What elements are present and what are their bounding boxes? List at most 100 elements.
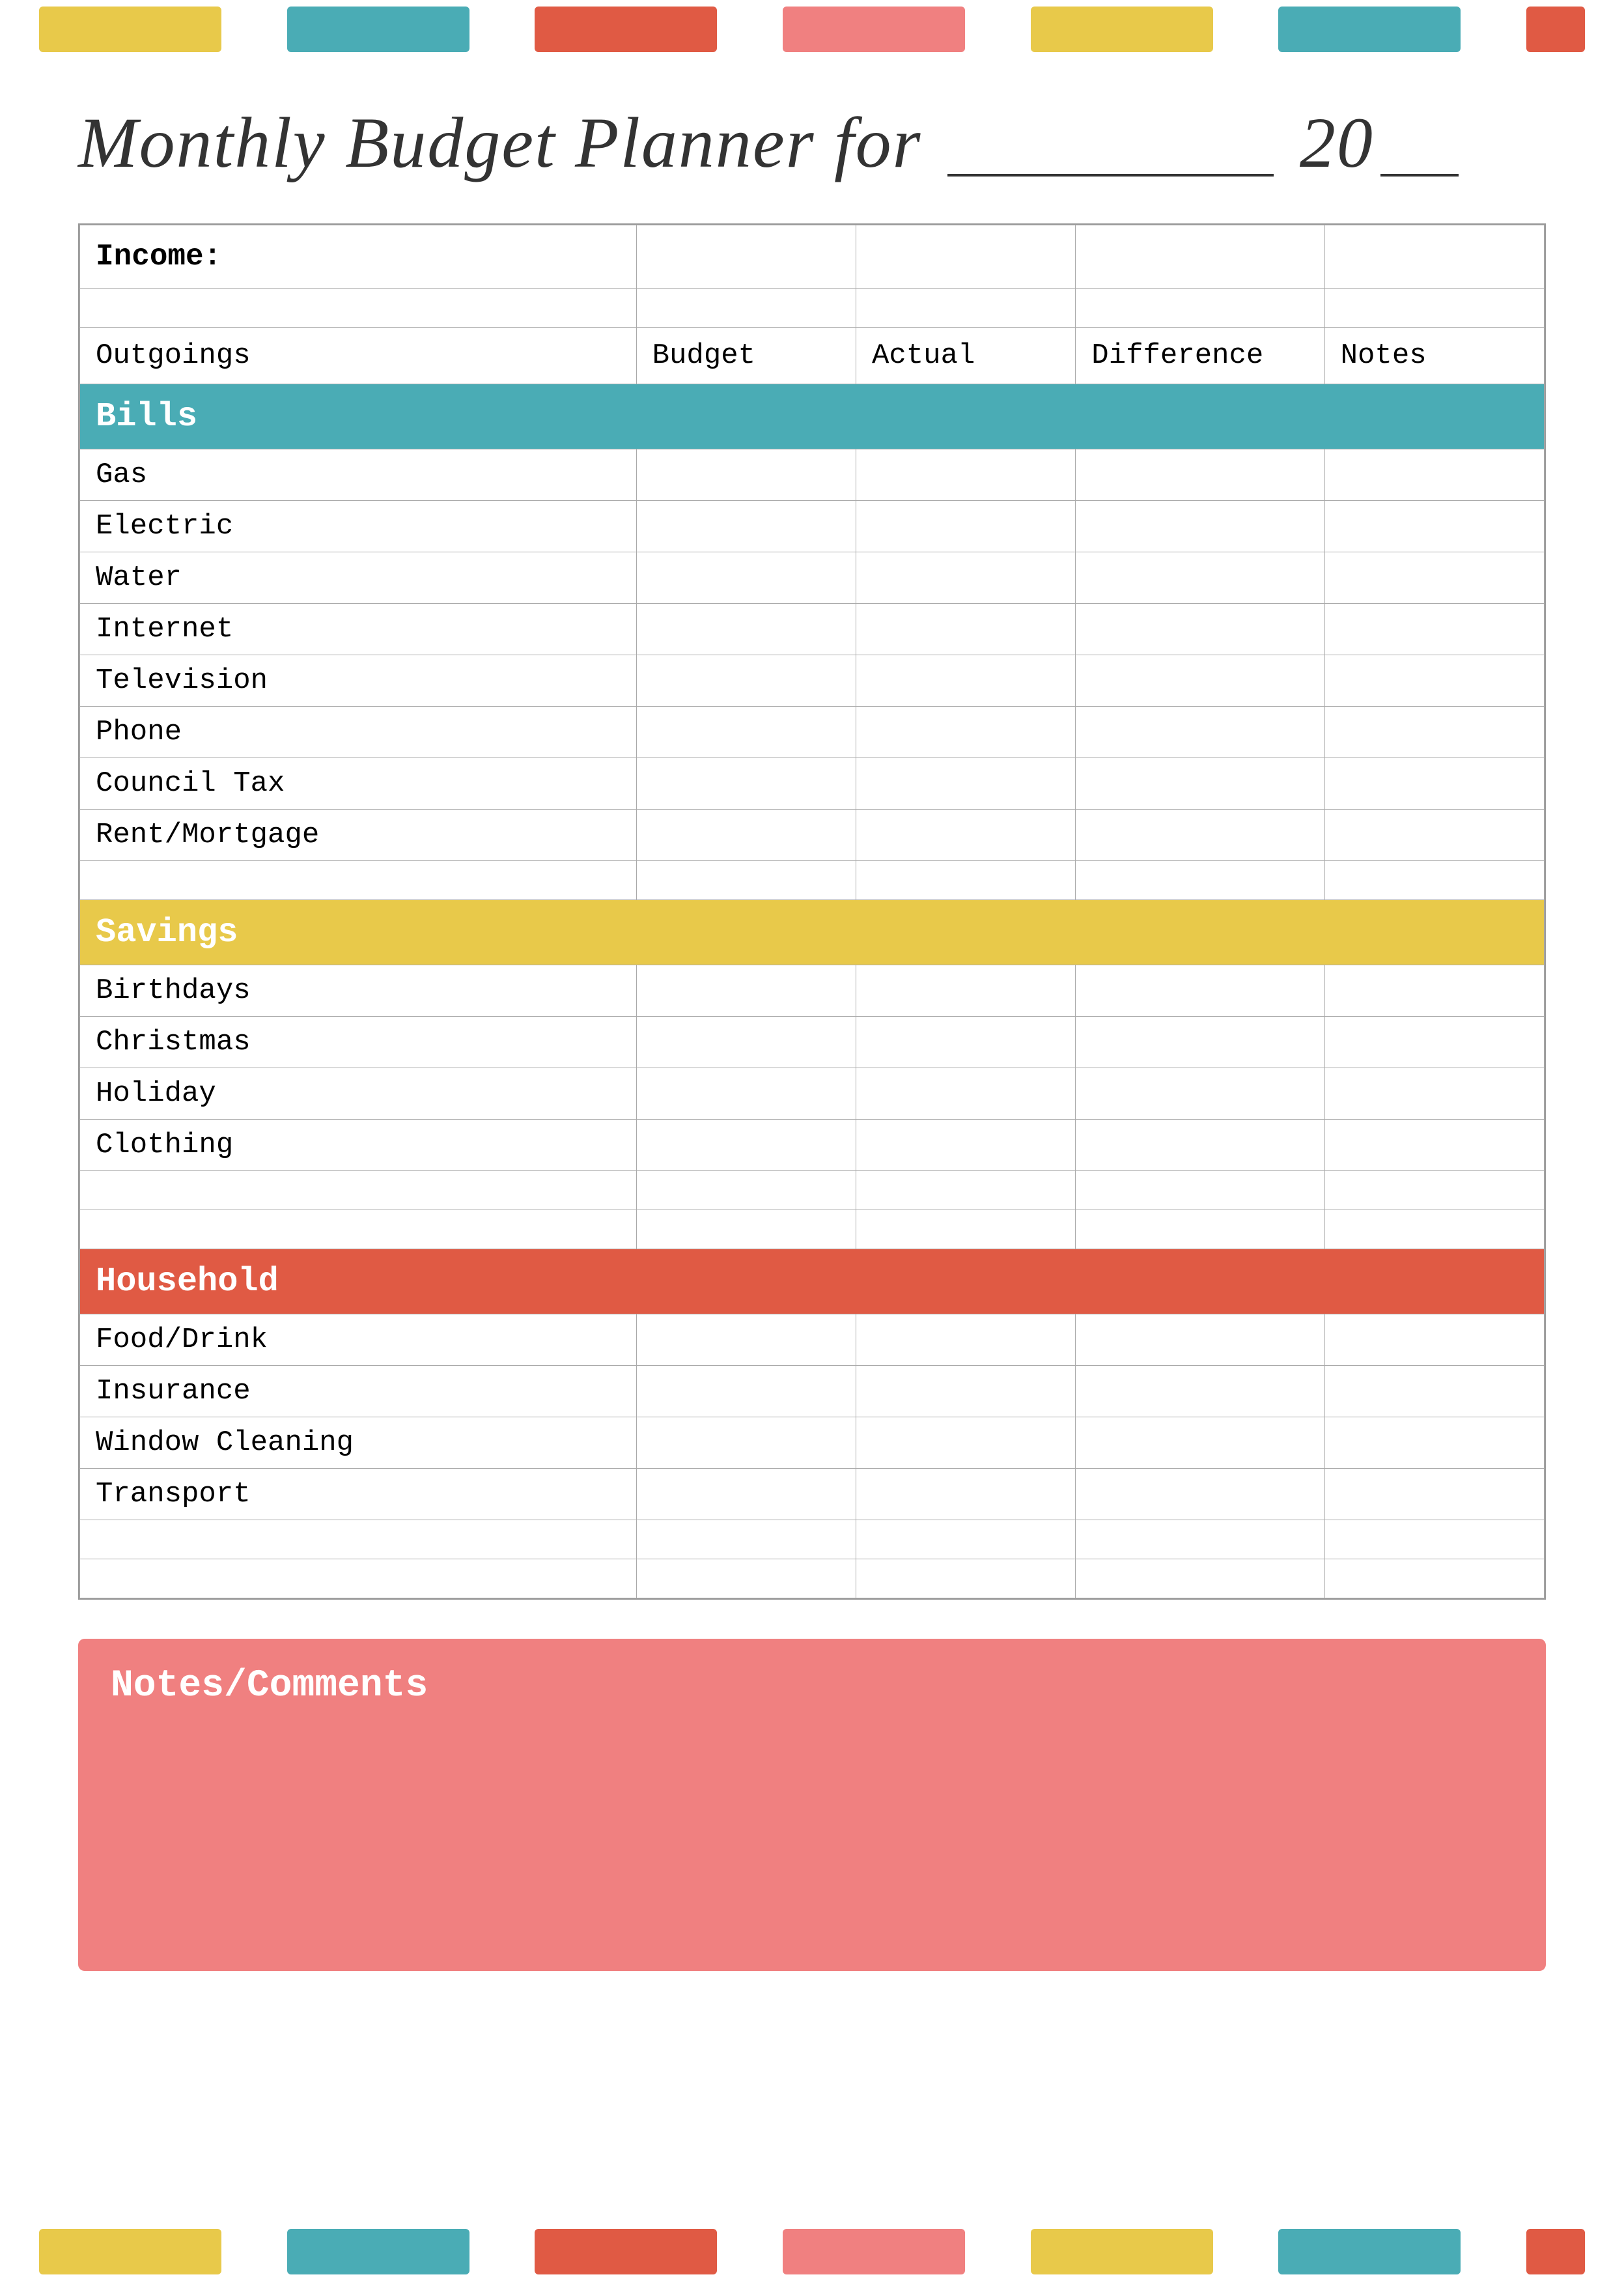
television-diff[interactable] xyxy=(1076,655,1324,707)
birthdays-budget[interactable] xyxy=(636,965,856,1017)
row-water: Water xyxy=(80,552,1545,604)
internet-notes[interactable] xyxy=(1324,604,1544,655)
gas-notes[interactable] xyxy=(1324,449,1544,501)
transport-notes[interactable] xyxy=(1324,1469,1544,1520)
clothing-diff[interactable] xyxy=(1076,1120,1324,1171)
row-phone: Phone xyxy=(80,707,1545,758)
christmas-notes[interactable] xyxy=(1324,1017,1544,1068)
insurance-diff[interactable] xyxy=(1076,1366,1324,1417)
bottom-bar-pink-1 xyxy=(783,2229,965,2274)
notes-textarea[interactable] xyxy=(111,1720,1513,1942)
council-tax-budget[interactable] xyxy=(636,758,856,810)
television-budget[interactable] xyxy=(636,655,856,707)
insurance-budget[interactable] xyxy=(636,1366,856,1417)
bottom-bar-teal-2 xyxy=(1278,2229,1461,2274)
top-bar-pink-1 xyxy=(783,7,965,52)
spacer-row-2 xyxy=(80,861,1545,900)
window-cleaning-actual[interactable] xyxy=(856,1417,1075,1469)
rent-budget[interactable] xyxy=(636,810,856,861)
birthdays-actual[interactable] xyxy=(856,965,1075,1017)
transport-diff[interactable] xyxy=(1076,1469,1324,1520)
gas-actual[interactable] xyxy=(856,449,1075,501)
christmas-budget[interactable] xyxy=(636,1017,856,1068)
food-actual[interactable] xyxy=(856,1314,1075,1366)
internet-diff[interactable] xyxy=(1076,604,1324,655)
gas-diff[interactable] xyxy=(1076,449,1324,501)
council-tax-notes[interactable] xyxy=(1324,758,1544,810)
internet-actual[interactable] xyxy=(856,604,1075,655)
row-transport: Transport xyxy=(80,1469,1545,1520)
council-tax-actual[interactable] xyxy=(856,758,1075,810)
transport-actual[interactable] xyxy=(856,1469,1075,1520)
notes-section: Notes/Comments xyxy=(78,1639,1546,1971)
notes-title: Notes/Comments xyxy=(111,1665,1513,1707)
page: Monthly Budget Planner for 20 Income: xyxy=(0,0,1624,2294)
birthdays-diff[interactable] xyxy=(1076,965,1324,1017)
col-notes-header: Notes xyxy=(1324,328,1544,384)
birthdays-notes[interactable] xyxy=(1324,965,1544,1017)
clothing-actual[interactable] xyxy=(856,1120,1075,1171)
income-actual-cell[interactable] xyxy=(856,225,1075,289)
transport-budget[interactable] xyxy=(636,1469,856,1520)
row-television: Television xyxy=(80,655,1545,707)
window-cleaning-diff[interactable] xyxy=(1076,1417,1324,1469)
electric-actual[interactable] xyxy=(856,501,1075,552)
christmas-actual[interactable] xyxy=(856,1017,1075,1068)
row-rent-mortgage: Rent/Mortgage xyxy=(80,810,1545,861)
income-diff-cell[interactable] xyxy=(1076,225,1324,289)
electric-budget[interactable] xyxy=(636,501,856,552)
clothing-budget[interactable] xyxy=(636,1120,856,1171)
income-notes-cell[interactable] xyxy=(1324,225,1544,289)
food-diff[interactable] xyxy=(1076,1314,1324,1366)
budget-table: Income: Outgoings Budget Actual Differen… xyxy=(79,225,1545,1598)
row-christmas: Christmas xyxy=(80,1017,1545,1068)
top-bar-red-2 xyxy=(1526,7,1585,52)
col-difference-header: Difference xyxy=(1076,328,1324,384)
clothing-notes[interactable] xyxy=(1324,1120,1544,1171)
council-tax-diff[interactable] xyxy=(1076,758,1324,810)
phone-notes[interactable] xyxy=(1324,707,1544,758)
water-diff[interactable] xyxy=(1076,552,1324,604)
col-outgoings-header: Outgoings xyxy=(80,328,637,384)
name-blank[interactable] xyxy=(947,91,1274,177)
label-christmas: Christmas xyxy=(80,1017,637,1068)
electric-notes[interactable] xyxy=(1324,501,1544,552)
water-notes[interactable] xyxy=(1324,552,1544,604)
year-blank[interactable] xyxy=(1380,91,1459,177)
label-birthdays: Birthdays xyxy=(80,965,637,1017)
label-gas: Gas xyxy=(80,449,637,501)
television-notes[interactable] xyxy=(1324,655,1544,707)
electric-diff[interactable] xyxy=(1076,501,1324,552)
water-budget[interactable] xyxy=(636,552,856,604)
label-water: Water xyxy=(80,552,637,604)
top-bar-teal-1 xyxy=(287,7,469,52)
bottom-bar-teal-1 xyxy=(287,2229,469,2274)
spacer-row-6 xyxy=(80,1559,1545,1598)
insurance-actual[interactable] xyxy=(856,1366,1075,1417)
row-gas: Gas xyxy=(80,449,1545,501)
window-cleaning-budget[interactable] xyxy=(636,1417,856,1469)
household-header-row: Household xyxy=(80,1249,1545,1314)
phone-actual[interactable] xyxy=(856,707,1075,758)
holiday-actual[interactable] xyxy=(856,1068,1075,1120)
holiday-diff[interactable] xyxy=(1076,1068,1324,1120)
rent-notes[interactable] xyxy=(1324,810,1544,861)
row-window-cleaning: Window Cleaning xyxy=(80,1417,1545,1469)
food-notes[interactable] xyxy=(1324,1314,1544,1366)
holiday-budget[interactable] xyxy=(636,1068,856,1120)
food-budget[interactable] xyxy=(636,1314,856,1366)
rent-actual[interactable] xyxy=(856,810,1075,861)
gas-budget[interactable] xyxy=(636,449,856,501)
internet-budget[interactable] xyxy=(636,604,856,655)
television-actual[interactable] xyxy=(856,655,1075,707)
insurance-notes[interactable] xyxy=(1324,1366,1544,1417)
income-budget-cell[interactable] xyxy=(636,225,856,289)
christmas-diff[interactable] xyxy=(1076,1017,1324,1068)
water-actual[interactable] xyxy=(856,552,1075,604)
window-cleaning-notes[interactable] xyxy=(1324,1417,1544,1469)
phone-diff[interactable] xyxy=(1076,707,1324,758)
phone-budget[interactable] xyxy=(636,707,856,758)
income-row: Income: xyxy=(80,225,1545,289)
rent-diff[interactable] xyxy=(1076,810,1324,861)
holiday-notes[interactable] xyxy=(1324,1068,1544,1120)
